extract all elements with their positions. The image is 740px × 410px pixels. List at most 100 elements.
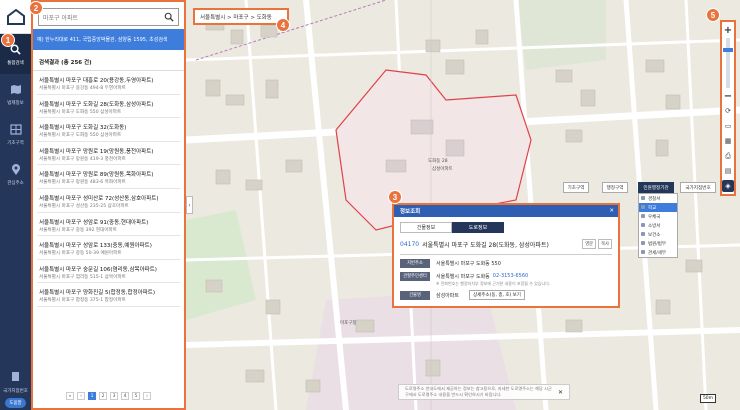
admin-zone-button[interactable]: 행정구역 [602, 182, 628, 193]
search-input[interactable] [43, 13, 164, 21]
row-key: 지번주소 [400, 258, 430, 268]
callout-badge: 2 [29, 1, 43, 15]
distance-icon[interactable]: ▭ [722, 120, 734, 132]
result-title: 서울특별시 마포구 대흥로 20(용강동,두영아파트) [39, 78, 154, 84]
result-sub: 서울특별시 마포구 도화동 550 삼성아파트 [39, 133, 122, 139]
dialog-title: 정보조회 [400, 209, 421, 215]
pagination: « ‹ 1 2 3 4 5 › [33, 392, 184, 400]
list-item[interactable]: 서울특별시 마포구 성암로 133(중동,예원아파트) 서울특별시 마포구 중동 … [37, 236, 180, 260]
list-item[interactable]: 서울특별시 마포구 성미산로 72(성산동,삼호아파트) 서울특별시 마포구 성산… [37, 189, 180, 213]
help-button[interactable]: 도움말 [5, 398, 26, 408]
collapse-panel-button[interactable]: ‹ [186, 196, 193, 214]
detail-address-select[interactable]: 상세주소(동, 층, 호) 보기 [469, 290, 525, 300]
search-icon[interactable] [164, 12, 174, 22]
zoom-slider[interactable] [723, 38, 733, 88]
result-title: 서울특별시 마포구 망원로 19(망원동,풍천아파트) [39, 148, 154, 155]
page-2-button[interactable]: 2 [99, 392, 107, 400]
prev-page-button[interactable]: ‹ [77, 392, 85, 400]
info-dialog: 정보조회 ✕ 건물정보 도로정보 04170 서울특별시 마포구 도화길 28(… [392, 203, 620, 308]
nav-item-label: 통합검색 [7, 60, 24, 66]
result-title: 서울특별시 마포구 성암로 133(중동,예원아파트) [39, 243, 152, 250]
next-page-button[interactable]: › [143, 392, 151, 400]
list-item[interactable]: 서울특별시 마포구 숭문길 106(염리동,삼목아파트) 서울특별시 마포구 염리… [37, 260, 180, 284]
result-sub: 서울특별시 마포구 망원동 483-6 목화아파트 [39, 180, 126, 186]
layer-option[interactable]: 보건소 [639, 230, 677, 239]
civil-agency-button[interactable]: 민원행정기관 [638, 182, 674, 193]
zoom-slider-thumb[interactable] [723, 48, 733, 52]
page-4-button[interactable]: 4 [121, 392, 129, 400]
dialog-header: 정보조회 ✕ [394, 205, 618, 217]
dialog-address: 04170 서울특별시 마포구 도화길 28(도화동, 삼성아파트) 영문 복사 [400, 239, 612, 255]
national-point-number-link[interactable]: 국가지점번호 [3, 388, 28, 394]
layer-option-selected[interactable]: 학교 [639, 203, 677, 212]
save-icon[interactable]: ▤ [722, 165, 734, 177]
nav-item-base-zone[interactable]: 기초구역 [0, 114, 31, 154]
phone-number[interactable]: 02-3153-6560 [493, 273, 528, 279]
result-sub: 서울특별시 마포구 중동 50-39 예원아파트 [39, 251, 122, 257]
row-value: 서울특별시 마포구 도화동 550 [436, 260, 501, 267]
nav-item-legal-info[interactable]: 법제정보 [0, 74, 31, 114]
zoom-out-button[interactable]: − [722, 90, 734, 102]
result-title: 서울특별시 마포구 성암로 91(중동,현대아파트) [39, 219, 149, 226]
page-5-button[interactable]: 5 [132, 392, 140, 400]
info-row: 관할주민센터 서울특별시 마포구 도화동 02-3153-6560 [400, 271, 612, 281]
search-box [38, 8, 179, 26]
zip-code: 04170 [400, 240, 420, 248]
map-label: 도화동 28 [428, 159, 448, 164]
copy-button[interactable]: 복사 [598, 239, 612, 249]
list-item[interactable]: 서울특별시 마포구 양화진길 5(합정동,합정아파트) 서울특별시 마포구 합정동… [37, 283, 180, 307]
layer-option[interactable]: 우체국 [639, 212, 677, 221]
map-toolbar: + − ⟳ ▭ ▦ ⎙ ▤ ◈ [720, 20, 736, 196]
layers-icon[interactable]: ◈ [722, 180, 734, 192]
base-zone-button[interactable]: 기초구역 [563, 182, 589, 193]
tab-building-info[interactable]: 건물정보 [400, 222, 452, 233]
page-1-button[interactable]: 1 [88, 392, 96, 400]
layer-option[interactable]: 소방서 [639, 221, 677, 230]
layer-option[interactable]: 경찰서 [639, 194, 677, 203]
location-pin-icon [9, 163, 23, 177]
first-page-button[interactable]: « [66, 392, 74, 400]
result-count: 검색결과 (총 256 건) [33, 50, 184, 71]
map-label: 마포구청 [340, 321, 357, 326]
layer-option[interactable]: 법원/법무 [639, 239, 677, 248]
breadcrumb[interactable]: 서울특별시 > 마포구 > 도화동 [193, 8, 289, 25]
info-row: 건물명 삼성아파트 상세주소(동, 층, 호) 보기 [400, 290, 612, 300]
notice-text: 도로명주소 안내도에서 제공하는 정보는 참고용으로, 자세한 도로명주소는 해… [405, 386, 552, 397]
list-item[interactable]: 서울특별시 마포구 도화길 32(도화동) 서울특별시 마포구 도화동 550 삼… [37, 118, 180, 142]
row-key: 관할주민센터 [400, 271, 430, 281]
list-item[interactable]: 서울특별시 마포구 도화길 28(도화동,삼성아파트) 서울특별시 마포구 도화동… [37, 95, 180, 119]
row-value: 삼성아파트 [436, 292, 460, 299]
nav-item-favorite-address[interactable]: 관심주소 [0, 154, 31, 194]
national-point-button[interactable]: 국가지점번호 [680, 182, 716, 193]
row-value: 서울특별시 마포구 도화동 [436, 273, 490, 280]
refresh-icon[interactable]: ⟳ [722, 105, 734, 117]
area-icon[interactable]: ▦ [722, 135, 734, 147]
document-icon [11, 371, 20, 384]
nav-item-label: 법제정보 [7, 100, 24, 106]
list-item[interactable]: 서울특별시 마포구 대흥로 20(용강동,두영아파트) 서울특별시 마포구 용강동… [37, 71, 180, 95]
layer-option[interactable]: 관세/세무 [639, 248, 677, 257]
dialog-tabs: 건물정보 도로정보 [400, 222, 612, 233]
logo[interactable] [0, 0, 31, 34]
grid-map-icon [9, 123, 23, 137]
layer-menu: 경찰서 학교 우체국 소방서 보건소 법원/법무 관세/세무 [638, 193, 678, 258]
callout-badge: 3 [388, 190, 402, 204]
scale-bar: 50m [700, 394, 716, 403]
print-icon[interactable]: ⎙ [722, 150, 734, 162]
tab-road-info[interactable]: 도로정보 [452, 222, 504, 233]
info-row: 지번주소 서울특별시 마포구 도화동 550 [400, 258, 612, 268]
english-button[interactable]: 영문 [582, 239, 597, 249]
result-title: 서울특별시 마포구 성미산로 72(성산동,삼호아파트) [39, 195, 159, 202]
result-sub: 서울특별시 마포구 합정동 375-1 합정아파트 [39, 298, 126, 304]
result-title: 서울특별시 마포구 도화길 28(도화동,삼성아파트) [39, 101, 154, 108]
list-item[interactable]: 서울특별시 마포구 망원로 89(망원동,목화아파트) 서울특별시 마포구 망원동… [37, 165, 180, 189]
close-icon[interactable]: ✕ [609, 208, 614, 214]
list-item[interactable]: 서울특별시 마포구 성암로 91(중동,현대아파트) 서울특별시 마포구 중동 3… [37, 213, 180, 237]
page-3-button[interactable]: 3 [110, 392, 118, 400]
close-icon[interactable]: ✕ [558, 389, 563, 396]
zoom-in-button[interactable]: + [722, 24, 734, 36]
list-item[interactable]: 서울특별시 마포구 망원로 19(망원동,풍천아파트) 서울특별시 마포구 망원동… [37, 142, 180, 166]
callout-badge: 1 [1, 33, 15, 47]
left-nav: 통합검색 법제정보 기초구역 관심주소 국가지점번호 도움말 [0, 0, 31, 410]
nav-item-label: 기초구역 [7, 140, 24, 146]
